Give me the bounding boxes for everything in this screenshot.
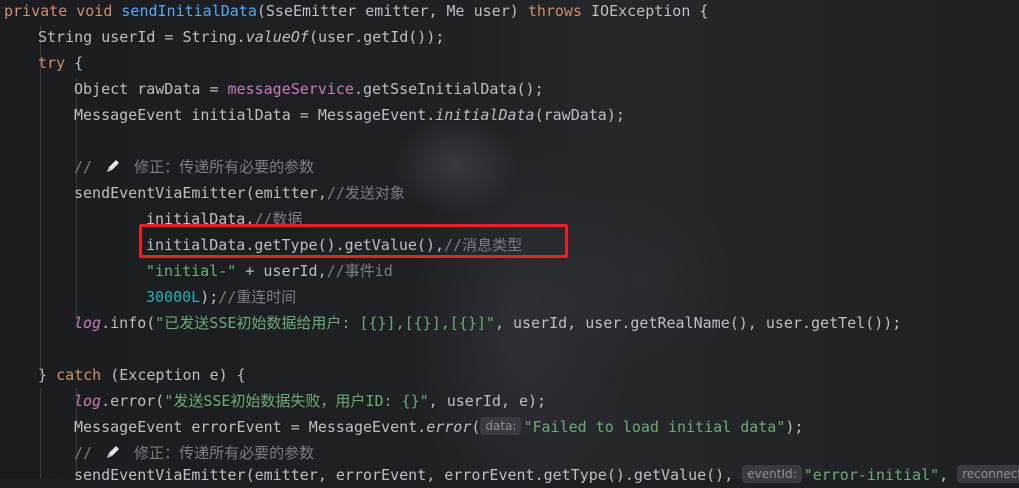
code-text: sendEventViaEmitter(emitter, errorEvent,… (74, 466, 743, 484)
string-literal: "已发送SSE初始数据给用户: [{}],[{}],[{}]" (155, 314, 495, 332)
code-text: .info( (101, 314, 156, 332)
code-text: .error( (101, 392, 165, 410)
string-literal: "initial-" (146, 262, 237, 280)
string-literal: "Failed to load initial data" (523, 418, 786, 436)
code-text: , userId, user.getRealName(), user.getTe… (494, 314, 902, 332)
comment: // (74, 444, 102, 462)
code-line-2[interactable]: String userId = String.valueOf(user.getI… (38, 24, 444, 50)
comment: // (74, 158, 102, 176)
code-line-8[interactable]: sendEventViaEmitter(emitter,//发送对象 (74, 180, 405, 206)
comment: 修正：传递所有必要的参数 (125, 158, 315, 176)
code-text: { (65, 54, 84, 72)
code-text: ); (785, 418, 804, 436)
keyword: catch (56, 366, 102, 384)
code-line-4[interactable]: Object rawData = messageService.getSseIn… (74, 76, 544, 102)
code-text: MessageEvent errorEvent = MessageEvent. (74, 418, 427, 436)
string-literal: "error-initial" (803, 466, 940, 484)
code-editor[interactable]: private void sendInitialData(SseEmitter … (0, 0, 1019, 484)
code-text: MessageEvent initialData = MessageEvent. (74, 106, 436, 124)
method-name: sendInitialData (121, 2, 257, 20)
code-text: , (939, 466, 958, 484)
pencil-icon (105, 156, 121, 182)
code-text: String userId = String. (38, 28, 246, 46)
comment: 修正：传递所有必要的参数 (125, 444, 315, 462)
code-line-11[interactable]: "initial-" + userId,//事件id (146, 258, 393, 284)
static-method: valueOf (245, 28, 309, 46)
code-text: ( (471, 418, 481, 436)
static-method: initialData (435, 106, 535, 124)
field-name: log (74, 392, 102, 410)
code-text: } (38, 366, 57, 384)
code-text: , userId, e); (428, 392, 547, 410)
indent-guide (40, 26, 41, 376)
parameter-hint: eventId: (742, 465, 802, 483)
code-text: ); (200, 288, 219, 306)
field-name: messageService (227, 80, 354, 98)
code-text: (Exception e) { (101, 366, 246, 384)
static-method: error (426, 418, 472, 436)
keyword: private void (4, 2, 122, 20)
code-line-3[interactable]: try { (38, 50, 83, 76)
code-text: sendEventViaEmitter(emitter, (74, 184, 327, 202)
comment: //重连时间 (218, 288, 297, 306)
parameter-hint: reconnect (957, 465, 1019, 483)
highlight-box (139, 224, 568, 258)
code-text: (rawData); (534, 106, 625, 124)
keyword: throws (527, 2, 582, 20)
code-text: Object rawData = (74, 80, 228, 98)
code-text: (SseEmitter emitter, Me user) (256, 2, 528, 20)
code-line-19[interactable]: sendEventViaEmitter(emitter, errorEvent,… (74, 462, 1019, 488)
indent-guide (40, 388, 41, 479)
code-text: IOException { (582, 2, 709, 20)
code-line-16[interactable]: log.error("发送SSE初始数据失败，用户ID: {}", userId… (74, 388, 546, 414)
parameter-hint: data: (480, 417, 522, 435)
field-name: log (74, 314, 102, 332)
code-text: (user.getId()); (308, 28, 445, 46)
string-literal: "发送SSE初始数据失败，用户ID: {}" (164, 392, 429, 410)
comment: //发送对象 (326, 184, 405, 202)
code-text: + userId, (236, 262, 327, 280)
code-line-15[interactable]: } catch (Exception e) { (38, 362, 246, 388)
code-line-17[interactable]: MessageEvent errorEvent = MessageEvent.e… (74, 414, 803, 440)
code-line-12[interactable]: 30000L);//重连时间 (146, 284, 296, 310)
code-line-13[interactable]: log.info("已发送SSE初始数据给用户: [{}],[{}],[{}]"… (74, 310, 901, 336)
code-line-5[interactable]: MessageEvent initialData = MessageEvent.… (74, 102, 625, 128)
code-line-7[interactable]: // 修正：传递所有必要的参数 (74, 154, 314, 180)
code-text: .getSseInitialData(); (353, 80, 544, 98)
code-line-1[interactable]: private void sendInitialData(SseEmitter … (4, 0, 708, 24)
comment: //事件id (326, 262, 393, 280)
keyword: try (38, 54, 66, 72)
number-literal: 30000L (146, 288, 201, 306)
